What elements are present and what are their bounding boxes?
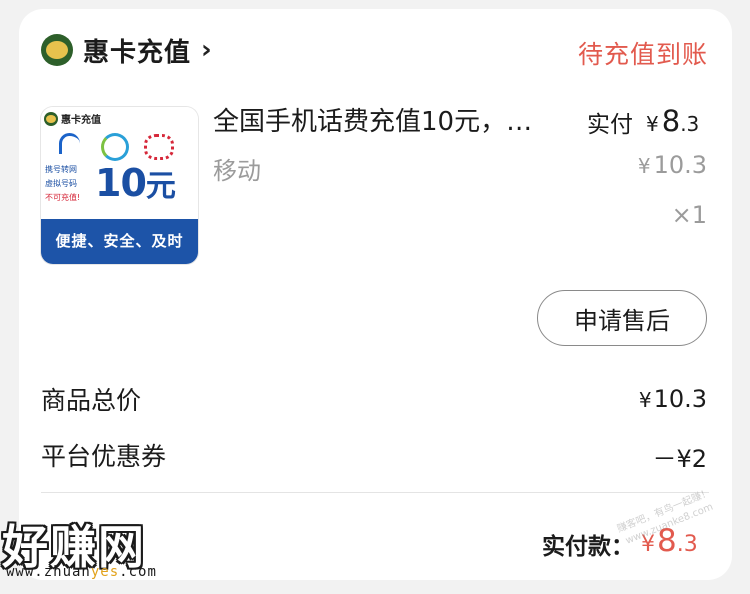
paid-amount-decimal: .3 [680,112,700,136]
chevron-right-icon[interactable]: › [201,35,212,65]
thumbnail-amount-value: 10 [95,161,147,205]
order-card: 惠卡充值 › 待充值到账 惠卡充值 携号转网 虚拟号码 不可充值! 10元 便捷… [19,9,732,580]
china-mobile-icon [99,131,129,161]
product-quantity: ×1 [671,201,707,229]
coupon-value: －¥2 [652,445,707,473]
watermark-url-part: www.zhuan [6,564,91,580]
goods-total-value: ¥10.3 [639,385,707,413]
product-sku: 移动 [213,157,261,185]
thumbnail-amount: 10元 [95,161,176,205]
product-title[interactable]: 全国手机话费充值10元，… [213,101,563,138]
product-thumbnail[interactable]: 惠卡充值 携号转网 虚拟号码 不可充值! 10元 便捷、安全、及时 [41,107,198,264]
thumbnail-warning: 不可充值! [45,193,81,202]
order-status: 待充值到账 [577,40,708,69]
shop-logo-icon [41,34,73,66]
divider [41,492,709,493]
watermark-url-accent: yes [90,564,120,580]
coupon-label: 平台优惠券 [41,442,167,471]
shop-name[interactable]: 惠卡充值 [83,32,191,69]
goods-total-amount: 10.3 [653,385,707,413]
currency-symbol: ¥ [646,112,659,136]
watermark-url: www.zhuanyes.com [6,564,157,580]
china-unicom-icon [143,131,174,160]
original-price: ¥10.3 [638,151,707,179]
thumbnail-note: 携号转网 [45,165,77,174]
goods-total-label: 商品总价 [41,386,142,415]
thumbnail-brand-text: 惠卡充值 [61,115,101,126]
brand-logo-icon [44,111,58,126]
thumbnail-amount-unit: 元 [145,169,176,204]
thumbnail-notes: 携号转网 虚拟号码 不可充值! [45,163,80,205]
currency-symbol: ¥ [637,154,651,178]
thumbnail-slogan: 便捷、安全、及时 [41,219,198,264]
paid-amount-integer: 8 [661,104,681,138]
thumbnail-note: 虚拟号码 [45,179,77,188]
paid-amount: ¥8.3 [646,104,699,138]
thumbnail-brand: 惠卡充值 [44,111,101,126]
paid-label: 实付 [587,112,633,138]
currency-symbol: ¥ [638,388,652,412]
china-telecom-icon [55,131,81,157]
shop-header[interactable]: 惠卡充值 › [41,32,212,69]
after-sale-button[interactable]: 申请售后 [537,290,707,346]
watermark-url-part: .com [119,564,157,580]
original-price-value: 10.3 [653,151,707,179]
